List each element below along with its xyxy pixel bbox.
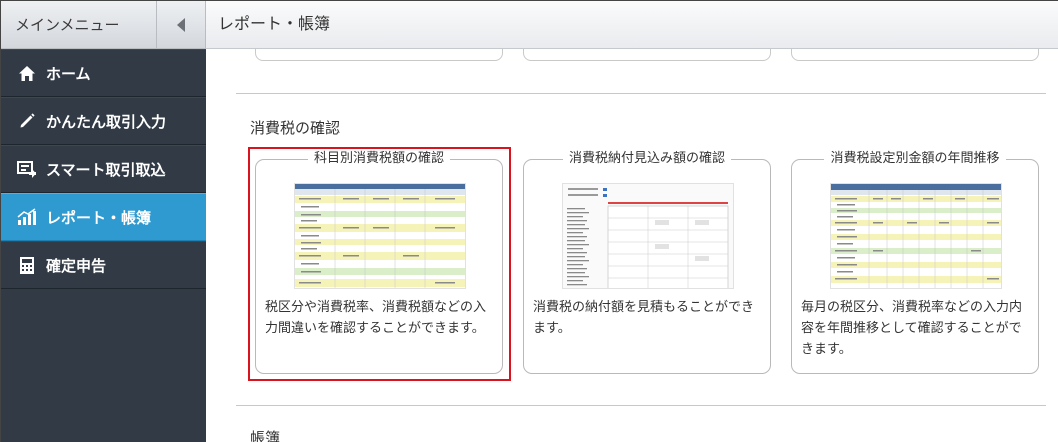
- sidebar-item-label: スマート取引取込: [46, 160, 166, 179]
- card-title: 科目別消費税額の確認: [307, 151, 450, 166]
- sidebar-item-label: 確定申告: [46, 256, 107, 275]
- sidebar-item-label: ホーム: [46, 64, 91, 83]
- report-thumbnail: [562, 183, 734, 289]
- previous-section-card[interactable]: [255, 49, 503, 61]
- sidebar-item-quick-entry[interactable]: かんたん取引入力: [1, 97, 206, 145]
- report-card-tax-by-account[interactable]: 科目別消費税額の確認 税区分や消費税率、消費税額などの入力間違いを確認することが…: [255, 151, 503, 374]
- main-content: 消費税の確認 科目別消費税額の確認 税区分や消費税率、消費税額などの入力間違いを…: [206, 49, 1058, 442]
- card-title: 消費税設定別金額の年間推移: [824, 151, 1006, 166]
- sidebar-item-label: レポート・帳簿: [46, 208, 152, 227]
- sidebar-item-home[interactable]: ホーム: [1, 49, 206, 97]
- report-thumbnail: [294, 183, 466, 289]
- section-title-consumption-tax: 消費税の確認: [250, 119, 341, 137]
- page-title: レポート・帳簿: [206, 1, 1058, 49]
- report-card-tax-setting-annual-trend[interactable]: 消費税設定別金額の年間推移 毎月の税区分、消費税率などの入力内容を年間推移として…: [791, 151, 1039, 374]
- home-icon: [17, 63, 37, 83]
- import-icon: [17, 159, 37, 179]
- collapse-menu-button[interactable]: [157, 1, 205, 49]
- section-divider: [236, 405, 1046, 406]
- section-title-books: 帳簿: [250, 429, 281, 442]
- section-divider: [236, 93, 1046, 94]
- pencil-icon: [17, 111, 37, 131]
- report-card-tax-payment-estimate[interactable]: 消費税納付見込み額の確認 消費税の納付額を見積もることができます。: [523, 151, 771, 374]
- main-menu-title: メインメニュー: [1, 1, 157, 49]
- previous-section-card[interactable]: [523, 49, 771, 61]
- card-description: 毎月の税区分、消費税率などの入力内容を年間推移として確認することができます。: [801, 300, 1023, 357]
- card-description: 税区分や消費税率、消費税額などの入力間違いを確認することができます。: [265, 300, 487, 336]
- main-menu-header: メインメニュー: [1, 1, 206, 49]
- chevron-left-icon: [177, 18, 185, 32]
- sidebar-item-label: かんたん取引入力: [46, 112, 167, 131]
- top-bar: メインメニュー レポート・帳簿: [1, 1, 1058, 49]
- sidebar-item-smart-import[interactable]: スマート取引取込: [1, 145, 206, 193]
- chart-icon: [17, 207, 37, 227]
- report-thumbnail: [830, 183, 1002, 289]
- previous-section-card[interactable]: [791, 49, 1039, 61]
- card-description: 消費税の納付額を見積もることができます。: [533, 300, 755, 336]
- calculator-icon: [17, 255, 37, 275]
- sidebar-item-reports[interactable]: レポート・帳簿: [1, 193, 206, 241]
- sidebar: ホーム かんたん取引入力 スマート取引取込 レポート・帳簿 確定申告: [1, 49, 206, 442]
- sidebar-item-tax-return[interactable]: 確定申告: [1, 241, 206, 289]
- card-title: 消費税納付見込み額の確認: [562, 151, 731, 166]
